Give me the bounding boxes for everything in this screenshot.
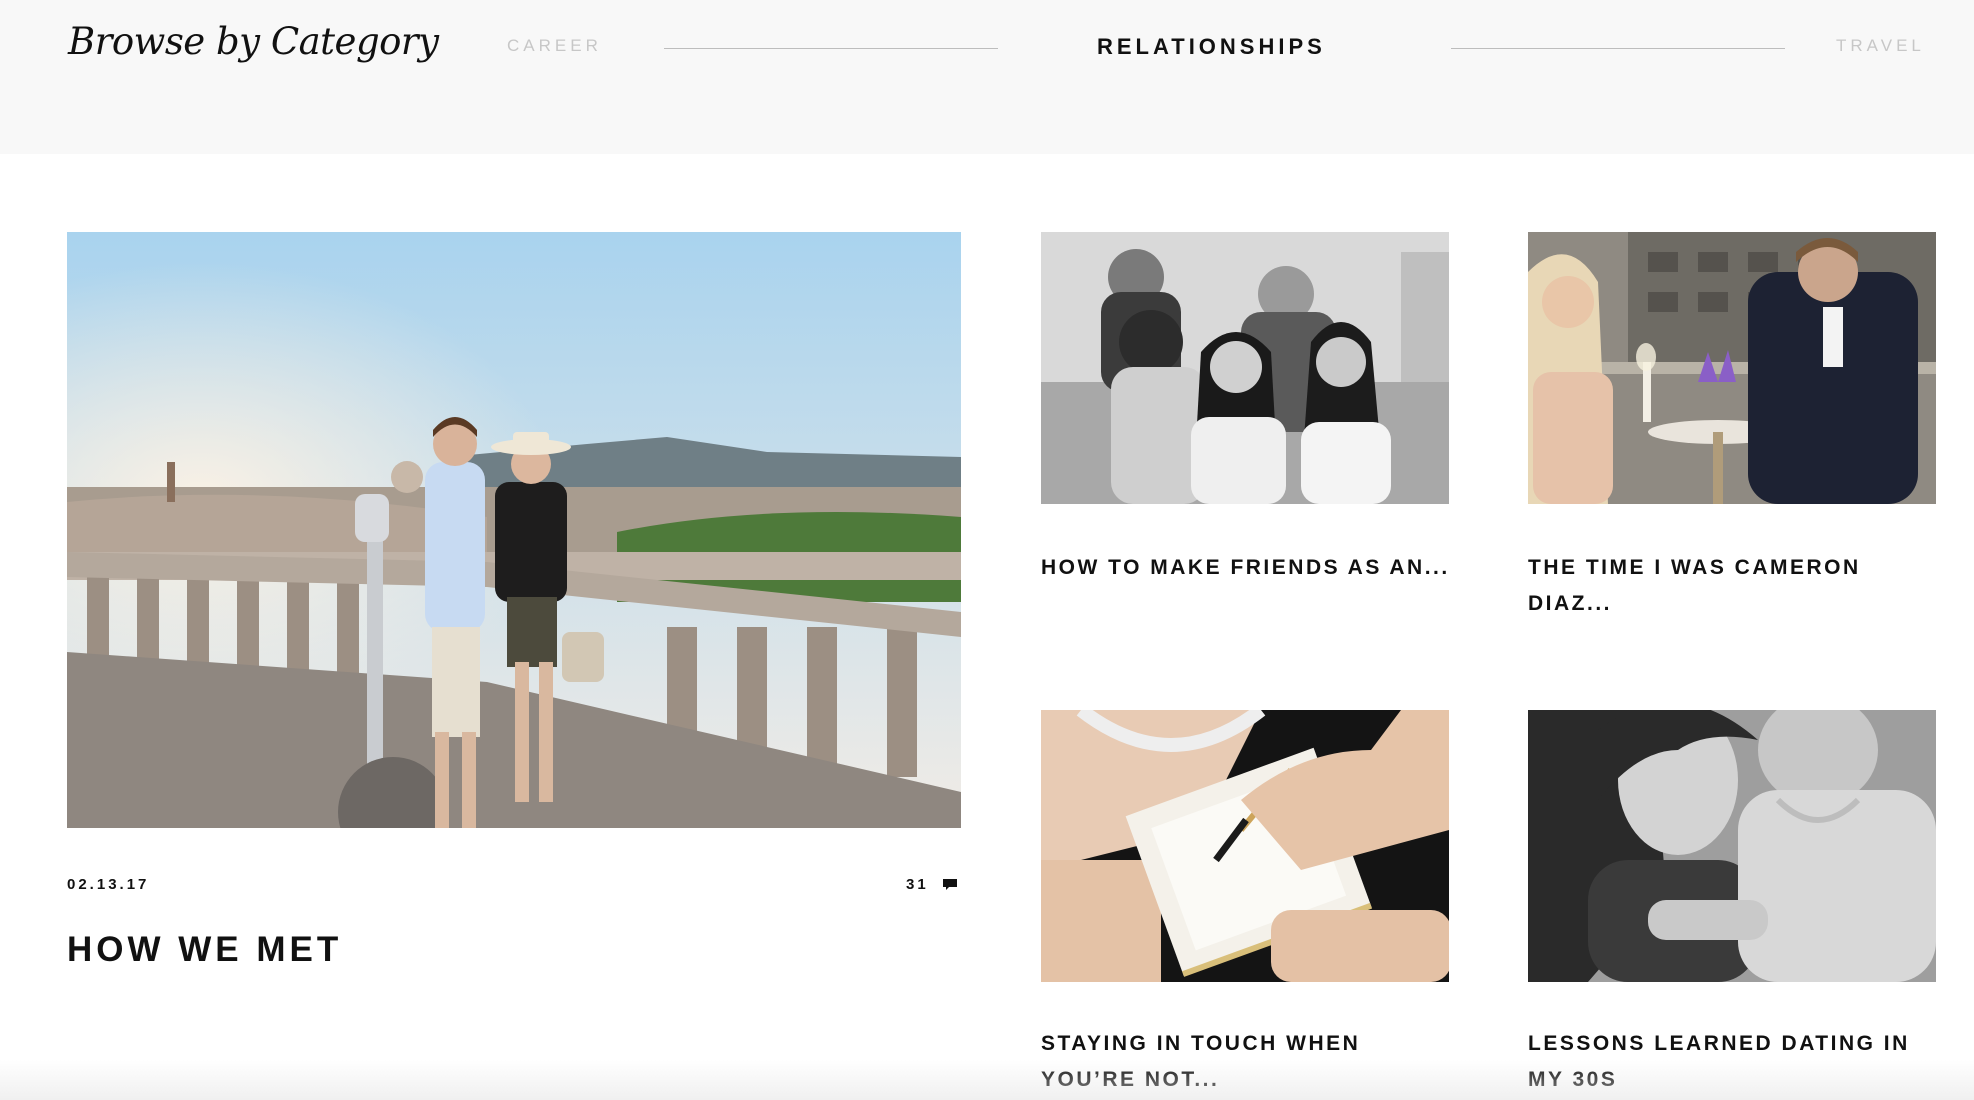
post-image-dating-30s[interactable]: [1528, 710, 1936, 982]
category-header: Browse by Category CAREER RELATIONSHIPS …: [0, 0, 1974, 154]
post-title[interactable]: LESSONS LEARNED DATING IN MY 30S: [1528, 1026, 1948, 1098]
category-tab-career[interactable]: CAREER: [507, 36, 602, 56]
post-title[interactable]: STAYING IN TOUCH WHEN YOU’RE NOT...: [1041, 1026, 1461, 1098]
category-divider: [1451, 48, 1785, 49]
featured-post-title[interactable]: HOW WE MET: [67, 930, 342, 970]
comment-count[interactable]: 31: [906, 876, 957, 893]
post-image-staying-in-touch[interactable]: [1041, 710, 1449, 982]
post-title[interactable]: HOW TO MAKE FRIENDS AS AN...: [1041, 550, 1461, 586]
post-image-friends[interactable]: [1041, 232, 1449, 504]
comment-count-value: 31: [906, 876, 929, 893]
featured-post-date: 02.13.17: [67, 876, 150, 893]
comment-icon: [942, 878, 957, 891]
category-tab-travel[interactable]: TRAVEL: [1836, 36, 1925, 56]
category-divider: [664, 48, 998, 49]
page-title: Browse by Category: [68, 20, 439, 63]
post-image-cameron-diaz[interactable]: [1528, 232, 1936, 504]
featured-post-image[interactable]: [67, 232, 961, 828]
category-tab-relationships[interactable]: RELATIONSHIPS: [1097, 34, 1326, 60]
post-title[interactable]: THE TIME I WAS CAMERON DIAZ...: [1528, 550, 1948, 622]
